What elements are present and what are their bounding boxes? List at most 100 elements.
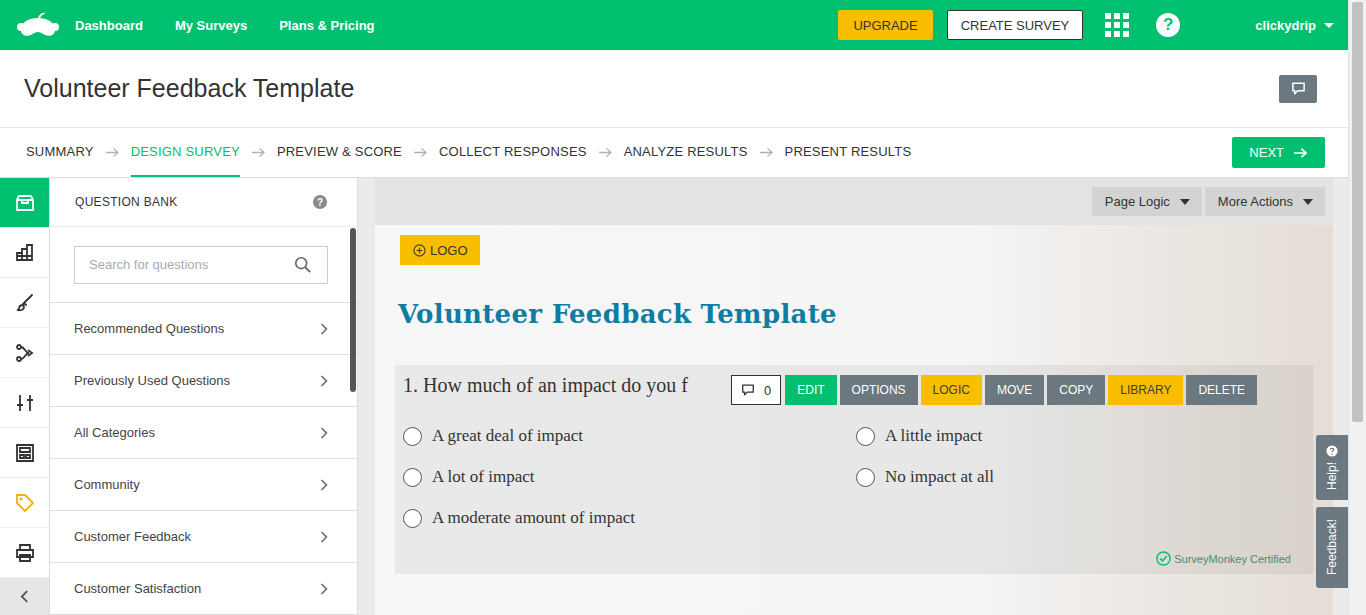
apps-grid-icon[interactable] [1105, 13, 1129, 37]
search-field[interactable]: Search for questions [74, 246, 328, 284]
help-button[interactable]: ? [313, 195, 327, 209]
question-action-button[interactable]: LIBRARY [1108, 375, 1183, 405]
question-action-button[interactable]: MOVE [985, 375, 1044, 405]
plus-circle-icon [413, 244, 426, 257]
check-circle-icon [1156, 551, 1171, 566]
chevron-right-icon [320, 531, 328, 543]
survey-heading: Volunteer Feedback Template [398, 299, 1313, 329]
add-logo-button[interactable]: LOGO [400, 235, 480, 265]
question-action-button[interactable]: COPY [1047, 375, 1105, 405]
step-tab[interactable]: PREVIEW & SCORE [277, 128, 402, 177]
side-tab[interactable]: Help! [1316, 435, 1348, 500]
radio-button[interactable] [403, 468, 422, 487]
step-tab[interactable]: ANALYZE RESULTS [624, 128, 748, 177]
chevron-right-icon [320, 427, 328, 439]
search-row: Search for questions [50, 226, 357, 303]
help-button[interactable]: ? [1156, 13, 1180, 37]
rail-item[interactable] [0, 528, 49, 578]
radio-button[interactable] [403, 427, 422, 446]
steps-nav: SUMMARY DESIGN SURVEY PREVIEW & SCORE COLLE… [0, 128, 1348, 178]
category-item[interactable]: Community [50, 459, 357, 511]
survey-title: Volunteer Feedback Template [24, 74, 354, 103]
upgrade-button[interactable]: UPGRADE [838, 10, 932, 40]
caret-icon [1324, 23, 1334, 28]
user-menu[interactable]: clickydrip [1255, 18, 1334, 33]
comment-icon [1291, 81, 1306, 96]
question-card[interactable]: 1. How much of an impact do you f 0EDITO… [395, 365, 1313, 574]
step-tab[interactable]: SUMMARY [26, 128, 94, 177]
caret-icon [1180, 199, 1190, 205]
chevron-right-icon [320, 375, 328, 387]
logo-icon[interactable] [15, 10, 61, 40]
app: Dashboard My Surveys Plans & Pricing UPGRAD… [0, 0, 1366, 615]
printer-icon [15, 543, 35, 563]
question-action-button[interactable]: EDIT [785, 375, 836, 405]
arrow-icon [105, 147, 120, 158]
radio-button[interactable] [403, 509, 422, 528]
branch-icon [15, 343, 35, 363]
step-tab[interactable]: COLLECT RESPONSES [439, 128, 587, 177]
choice-option[interactable]: A little impact [856, 421, 1293, 451]
rail-item[interactable] [0, 178, 49, 228]
top-bar: Dashboard My Surveys Plans & Pricing UPGRAD… [0, 0, 1348, 50]
choice-option[interactable]: A moderate amount of impact [403, 503, 856, 533]
choice-option[interactable]: No impact at all [856, 462, 1293, 492]
page-scrollbar[interactable] [1348, 0, 1366, 615]
panel-header: QUESTION BANK? [50, 178, 357, 226]
rail-item[interactable] [0, 428, 49, 478]
page: Dashboard My Surveys Plans & Pricing UPGRAD… [0, 0, 1348, 615]
survey-canvas: LOGO Volunteer Feedback Template 1. How mu… [375, 225, 1333, 615]
category-item[interactable]: Recommended Questions [50, 303, 357, 355]
rail-item[interactable] [0, 328, 49, 378]
step-tab[interactable]: DESIGN SURVEY [131, 128, 240, 177]
nav-link[interactable]: My Surveys [175, 18, 247, 33]
rail-item[interactable] [0, 478, 49, 528]
side-tab[interactable]: Feedback! [1316, 507, 1348, 588]
radio-button[interactable] [856, 427, 875, 446]
search-icon [294, 256, 312, 274]
choice-option[interactable]: A great deal of impact [403, 421, 856, 451]
create-survey-button[interactable]: CREATE SURVEY [947, 10, 1084, 40]
rail-item[interactable] [0, 278, 49, 328]
question-bank-panel: QUESTION BANK? Search for questions Recomm… [50, 178, 358, 615]
next-button[interactable]: NEXT [1232, 137, 1325, 168]
question-actions: 0EDITOPTIONSLOGICMOVECOPYLIBRARYDELETE [731, 375, 1257, 405]
dropdown-button[interactable]: Page Logic [1092, 187, 1202, 216]
top-nav: Dashboard My Surveys Plans & Pricing [75, 18, 375, 33]
step-tab[interactable]: PRESENT RESULTS [785, 128, 912, 177]
chevron-right-icon [320, 583, 328, 595]
category-item[interactable]: All Categories [50, 407, 357, 459]
category-item[interactable]: Customer Satisfaction [50, 563, 357, 615]
rail-item[interactable] [0, 378, 49, 428]
scrollbar-thumb[interactable] [350, 228, 356, 392]
collapse-button[interactable] [0, 578, 49, 615]
comment-count[interactable]: 0 [731, 375, 781, 405]
blocks-icon [15, 243, 35, 263]
nav-link[interactable]: Plans & Pricing [279, 18, 374, 33]
scrollbar-thumb[interactable] [1352, 2, 1363, 422]
radio-button[interactable] [856, 468, 875, 487]
category-list: Recommended QuestionsPreviously Used Que… [50, 303, 357, 615]
rail-item[interactable] [0, 228, 49, 278]
nav-link[interactable]: Dashboard [75, 18, 143, 33]
category-item[interactable]: Customer Feedback [50, 511, 357, 563]
question-action-button[interactable]: LOGIC [921, 375, 982, 405]
help-circle-icon [1326, 445, 1338, 457]
search-placeholder: Search for questions [89, 257, 294, 272]
question-action-button[interactable]: OPTIONS [840, 375, 918, 405]
question-action-button[interactable]: DELETE [1186, 375, 1257, 405]
arrow-icon [413, 147, 428, 158]
side-tabs: Help! Feedback! [1316, 435, 1348, 588]
certified-badge: SurveyMonkey Certified [1156, 551, 1291, 566]
tool-rail [0, 178, 50, 615]
comments-button[interactable] [1279, 75, 1317, 103]
arrow-icon [598, 147, 613, 158]
inbox-icon [15, 193, 35, 213]
sliders-icon [15, 393, 35, 413]
canvas-area: Page LogicMore Actions LOGO Volunteer Fee… [358, 178, 1348, 615]
choice-option[interactable]: A lot of impact [403, 462, 856, 492]
chevron-right-icon [320, 323, 328, 335]
category-item[interactable]: Previously Used Questions [50, 355, 357, 407]
dropdown-button[interactable]: More Actions [1205, 187, 1325, 216]
caret-icon [1303, 199, 1313, 205]
